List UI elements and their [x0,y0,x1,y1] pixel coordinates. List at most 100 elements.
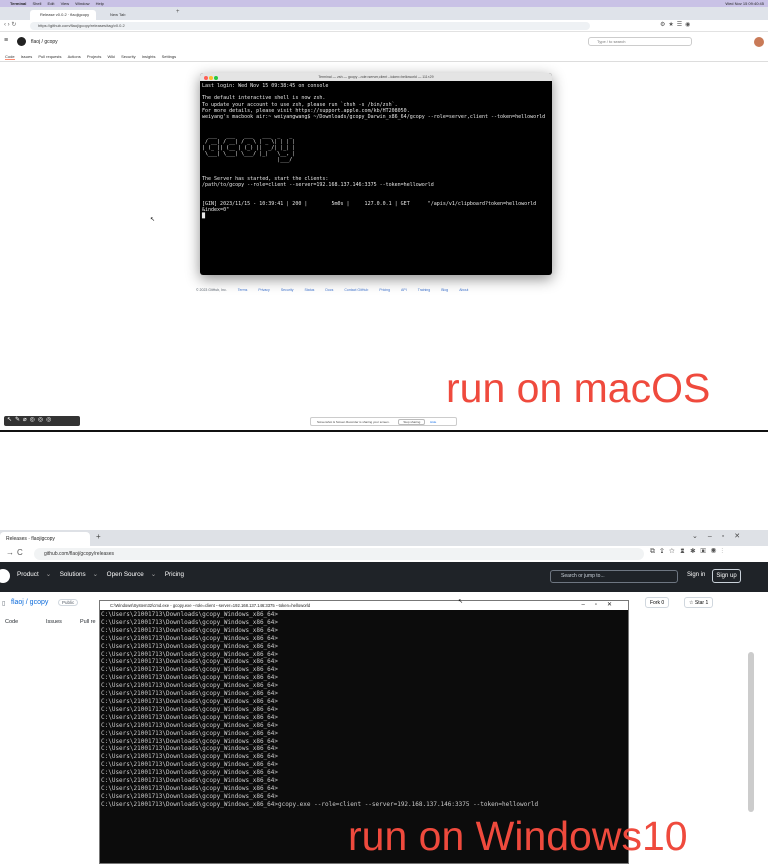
win-tab-code[interactable]: Code [5,619,18,625]
win-github-logo-icon[interactable] [0,569,10,583]
footer-link[interactable]: Docs [325,288,333,292]
page-scrollbar[interactable] [748,652,754,812]
footer-link[interactable]: Contact GitHub [344,288,368,292]
mac-tab-security[interactable]: Security [121,54,135,59]
mac-avatar[interactable] [754,37,764,47]
mac-github-search[interactable]: Type / to search [588,37,692,46]
footer-link[interactable]: Pricing [379,288,390,292]
mac-tab-code[interactable]: Code [5,54,15,60]
nav-product[interactable]: Product [17,571,39,578]
footer-link[interactable]: About [459,288,468,292]
cmd-prompt-line: C:\Users\21001713\Downloads\gcopy_Window… [101,729,279,737]
nav-solutions[interactable]: Solutions [60,571,86,578]
menubar-item-help[interactable]: Help [96,1,104,6]
mac-tab-issues[interactable]: Issues [21,54,33,59]
cmd-prompt-line: C:\Users\21001713\Downloads\gcopy_Window… [101,721,279,729]
caption-macos: run on macOS [446,365,711,411]
caption-windows: run on Windows10 [348,813,688,859]
mac-terminal-titlebar[interactable]: Terminal — zsh — gcopy --role=server,cli… [200,73,552,81]
cmd-prompt-line: C:\Users\21001713\Downloads\gcopy_Window… [101,697,279,705]
win-extension-icons[interactable]: ⧉⇪☆♜✱▣◉⋮ [650,548,728,556]
footer-link[interactable]: Training [418,288,431,292]
mouse-cursor-icon: ↖ [150,217,156,223]
mac-tab-pull-requests[interactable]: Pull requests [38,54,61,59]
nav-open-source[interactable]: Open Source [107,571,144,578]
recorder-tools-icon[interactable]: ↖✎⌀◎◎◎ [7,416,54,423]
mac-window-controls[interactable] [204,75,219,83]
menubar-app[interactable]: Terminal [10,1,26,6]
mac-terminal-window[interactable]: Terminal — zsh — gcopy --role=server,cli… [200,73,552,275]
mouse-cursor-icon: ↖ [458,599,464,605]
win-cmd-window-controls[interactable]: –▫✕ [582,601,623,610]
fork-button[interactable]: Fork 0 [645,597,670,608]
screen-share-text: Screenshot & Screen Recorder is sharing … [317,420,390,424]
mac-hamburger-icon[interactable]: ≡ [4,37,8,44]
win-cmd-output[interactable]: C:\Users\21001713\Downloads\gcopy_Window… [100,610,628,810]
menubar-item-window[interactable]: Window [75,1,89,6]
win-url-field[interactable]: github.com/flaoj/gcopy/releases [34,548,644,560]
cmd-command-line: C:\Users\21001713\Downloads\gcopy_Window… [101,800,539,808]
close-icon[interactable] [204,76,208,80]
nav-pricing[interactable]: Pricing [165,571,184,578]
win-tab-releases[interactable]: Releases · flaojigcopy [0,532,90,546]
cmd-prompt-line: C:\Users\21001713\Downloads\gcopy_Window… [101,674,279,682]
menubar-item-view[interactable]: View [61,1,70,6]
mac-github-footer: © 2023 GitHub, Inc. Terms Privacy Security S… [196,288,479,292]
win-tab-issues[interactable]: Issues [46,619,62,625]
win-address-bar-row: →C github.com/flaoj/gcopy/releases ⧉⇪☆♜✱… [0,546,768,562]
cmd-prompt-line: C:\Users\21001713\Downloads\gcopy_Window… [101,642,279,650]
mac-back-icon[interactable]: ‹ › ↻ [4,21,16,28]
footer-link[interactable]: Privacy [258,288,269,292]
mac-github-search-placeholder: Type / to search [597,39,626,44]
zoom-icon[interactable] [214,76,218,80]
footer-link[interactable]: Security [281,288,294,292]
menubar-item-shell[interactable]: Shell [33,1,42,6]
mac-tab-release-label: Release v0.0.2 · flaojigcopy [40,12,90,17]
win-new-tab-icon[interactable]: + [96,532,101,541]
mac-tab-release[interactable]: Release v0.0.2 · flaojigcopy [30,10,96,20]
win-github-search-placeholder: Search or jump to... [561,573,605,579]
mac-terminal-output[interactable]: Last login: Wed Nov 15 09:38:45 on conso… [200,81,552,221]
cmd-prompt-line: C:\Users\21001713\Downloads\gcopy_Window… [101,618,279,626]
footer-link[interactable]: Status [304,288,314,292]
win-github-header: Product ⌄ Solutions ⌄ Open Source ⌄ Pricing… [0,562,768,592]
cmd-prompt-line: C:\Users\21001713\Downloads\gcopy_Window… [101,658,279,666]
mac-extension-icons[interactable]: ⚙★☰◉ [660,21,693,28]
mac-github-logo-icon[interactable] [17,37,26,46]
mac-tab-projects[interactable]: Projects [87,54,101,59]
mac-repo-breadcrumb[interactable]: flaoj / gcopy [31,39,58,45]
minimize-icon[interactable] [209,76,213,80]
win-github-search[interactable]: Search or jump to... [550,570,678,583]
footer-link[interactable]: Blog [441,288,448,292]
win-browser-tabstrip: Releases · flaojigcopy + ⌄–▫✕ [0,530,768,546]
star-label: Star [694,600,705,606]
mac-tab-wiki[interactable]: Wiki [107,54,115,59]
sign-up-button[interactable]: Sign up [712,569,741,583]
terminal-line: weiyang's macbook air:~ weiyangwang$ ~/D… [202,114,546,121]
mac-tab-insights[interactable]: Insights [142,54,156,59]
screenshot: Terminal Shell Edit View Window Help Wed… [0,0,768,864]
hide-share-bar-button[interactable]: Hide [430,420,436,424]
win-cmd-titlebar[interactable]: C:\Windows\System32\cmd.exe - gcopy.exe … [100,601,628,610]
star-count: 1 [705,600,709,606]
footer-link[interactable]: API [401,288,407,292]
win-window-controls[interactable]: ⌄–▫✕ [692,532,750,540]
menubar-clock[interactable]: Wed Nov 15 09:40:45 [725,0,764,7]
menubar-item-edit[interactable]: Edit [48,1,55,6]
win-nav-icons[interactable]: →C [6,548,26,557]
recorder-toolbar[interactable]: ↖✎⌀◎◎◎ [4,416,80,426]
cmd-prompt-line: C:\Users\21001713\Downloads\gcopy_Window… [101,682,279,690]
mac-tab-new[interactable]: New Tab [100,10,170,20]
cmd-prompt-line: C:\Users\21001713\Downloads\gcopy_Window… [101,705,279,713]
star-button[interactable]: ☆ Star 1 [684,597,714,608]
stop-sharing-button[interactable]: Stop sharing [398,419,426,425]
sign-in-link[interactable]: Sign in [687,572,705,578]
mac-repo-tabs: Code Issues Pull requests Actions Projec… [0,52,768,62]
mac-tab-settings[interactable]: Settings [162,54,176,59]
mac-url-field[interactable]: https://github.com/flaoj/gcopy/releases/… [30,22,590,30]
win-repo-name[interactable]: flaoj / gcopy [11,599,48,606]
win-tab-pull-requests[interactable]: Pull re [80,619,96,625]
mac-tab-actions[interactable]: Actions [68,54,81,59]
footer-link[interactable]: Terms [238,288,248,292]
new-tab-plus-icon[interactable]: + [176,9,180,15]
